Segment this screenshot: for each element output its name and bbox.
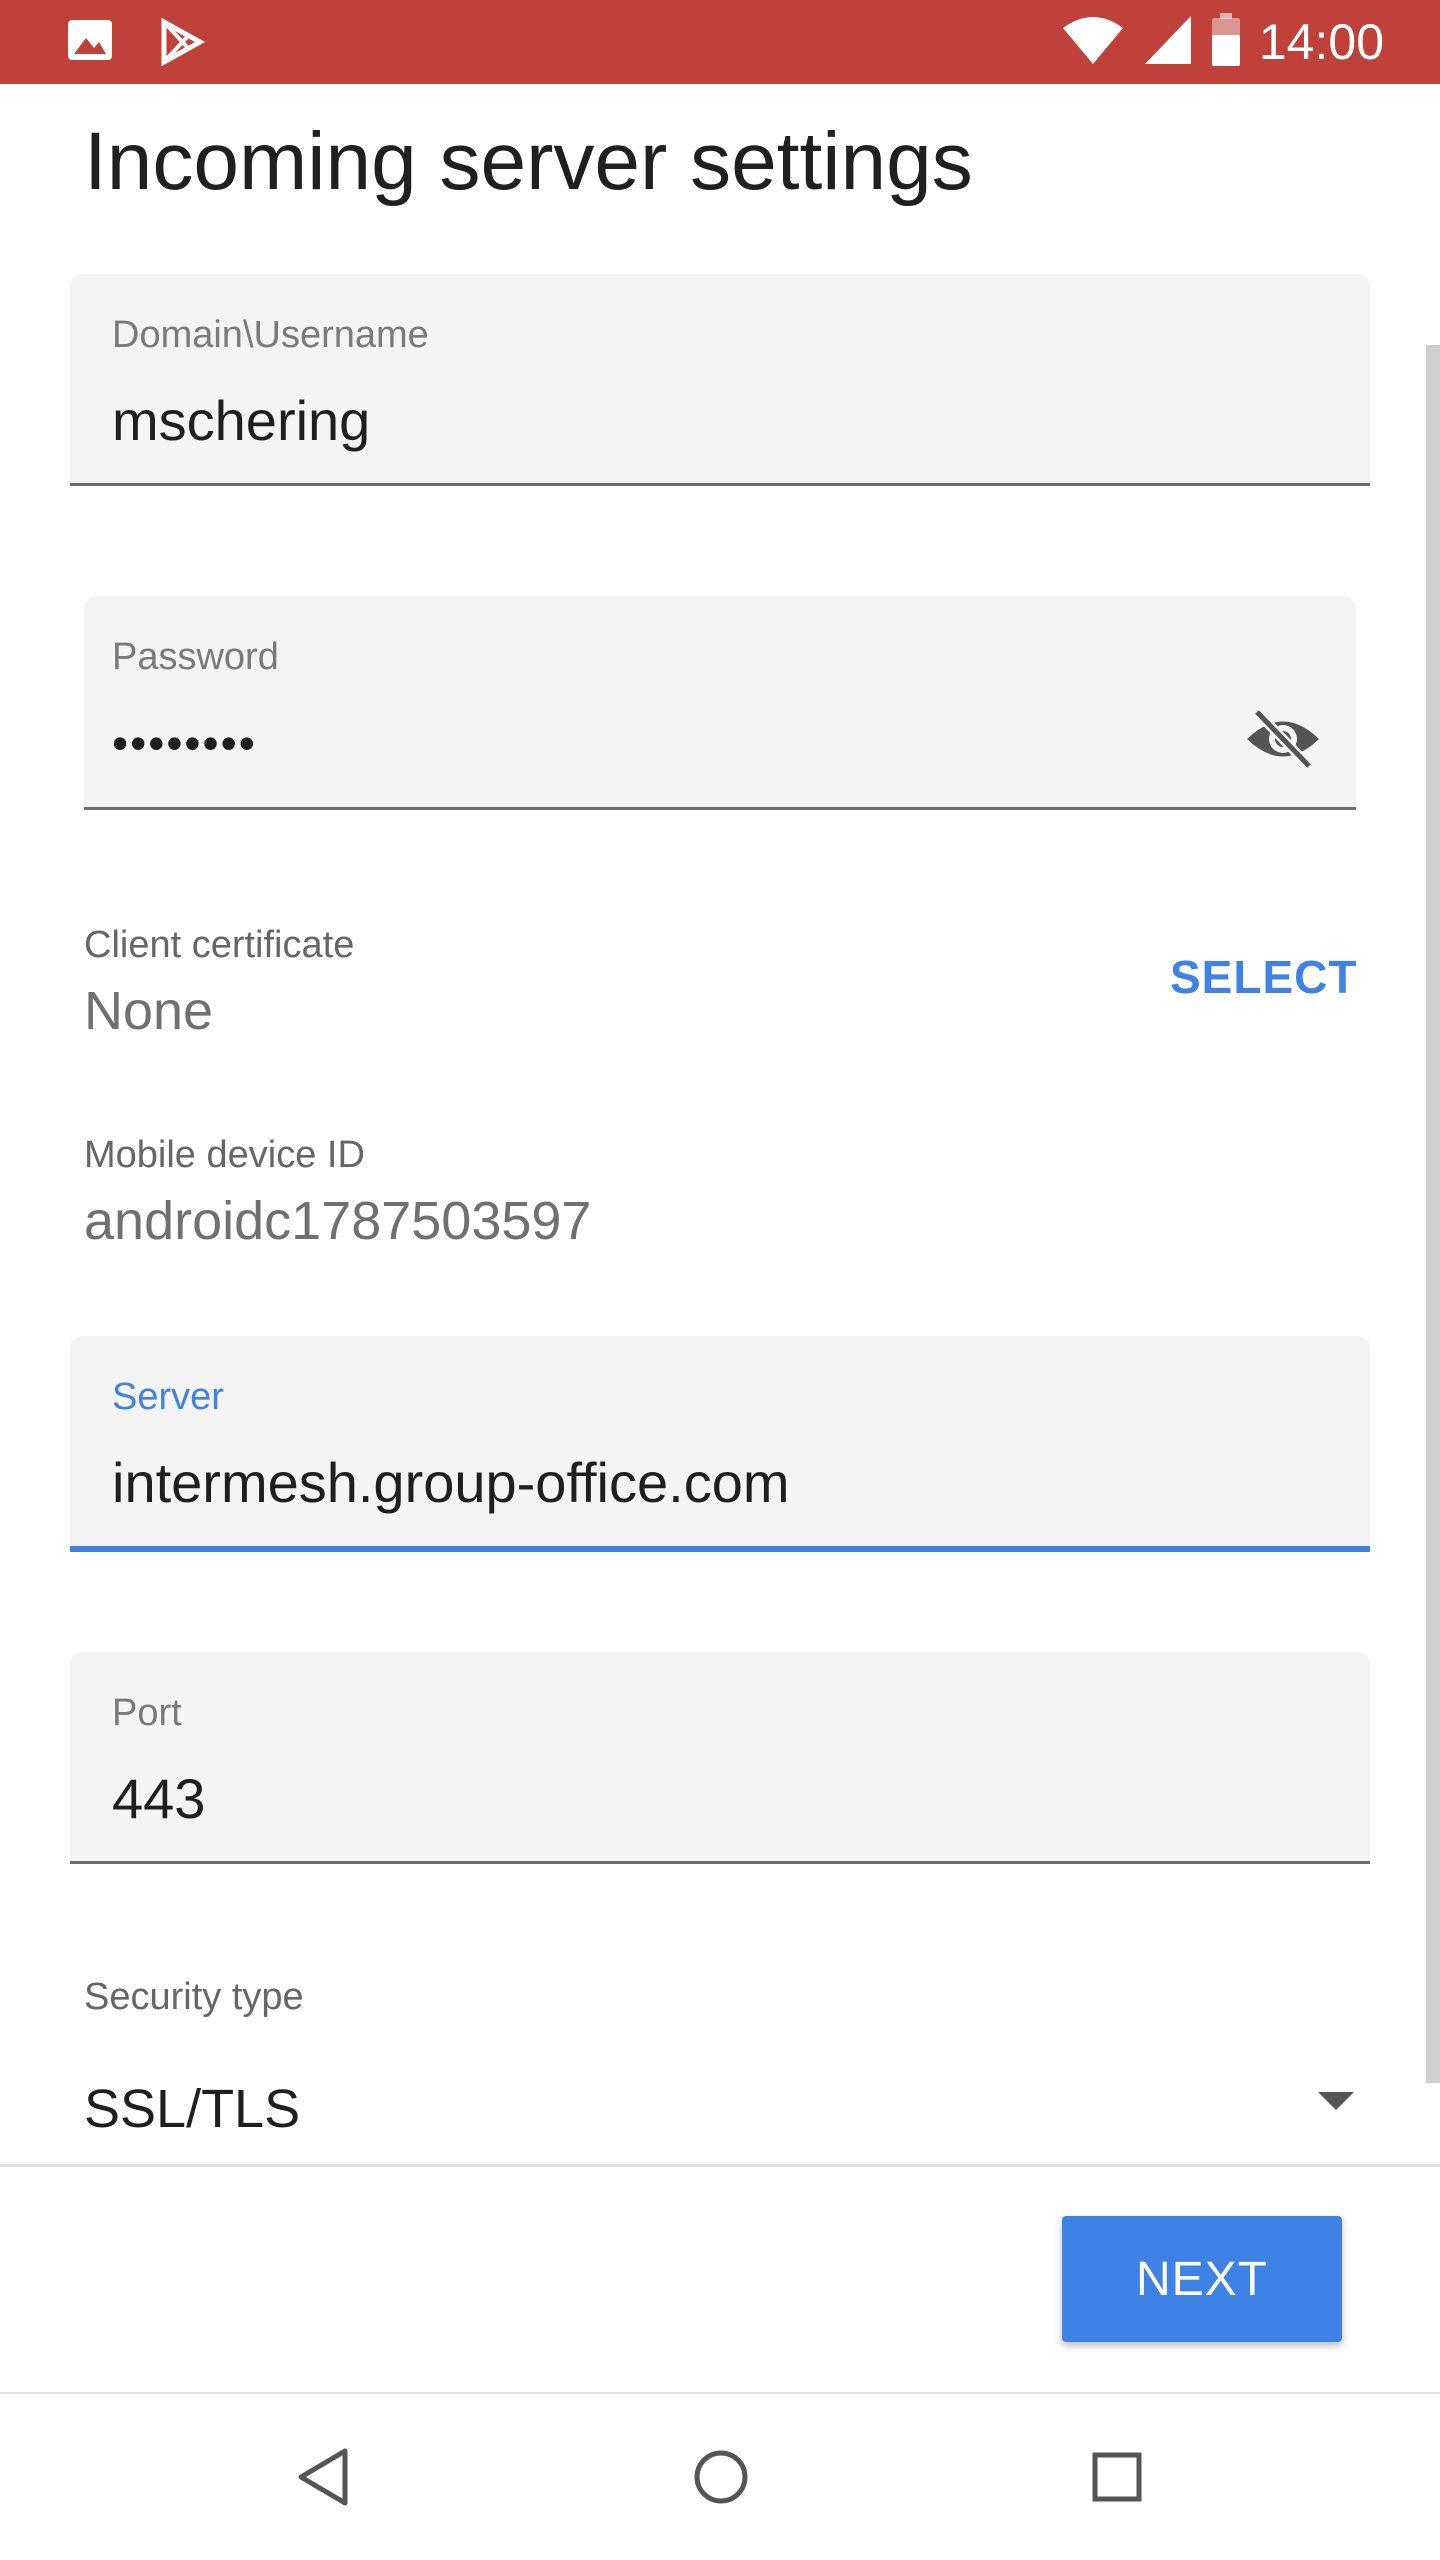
wifi-icon	[1061, 14, 1125, 71]
mobile-device-id-value: androidc1787503597	[84, 1191, 592, 1251]
username-label: Domain\Username	[112, 314, 429, 356]
image-icon	[66, 18, 114, 71]
navigation-bar	[0, 2394, 1440, 2560]
battery-icon	[1211, 12, 1241, 72]
play-store-icon	[158, 17, 206, 71]
recents-button[interactable]	[1082, 2444, 1152, 2514]
port-value: 443	[112, 1767, 206, 1830]
security-type-label: Security type	[84, 1976, 304, 2018]
page-title: Incoming server settings	[84, 116, 973, 207]
back-button[interactable]	[288, 2444, 358, 2514]
password-value: ••••••••	[112, 717, 257, 769]
eye-off-icon	[1243, 706, 1323, 777]
client-certificate-value: None	[84, 981, 214, 1041]
password-field[interactable]: Password ••••••••	[84, 596, 1356, 810]
signal-icon	[1143, 14, 1193, 71]
port-label: Port	[112, 1692, 182, 1734]
back-triangle-icon	[295, 2447, 351, 2512]
recents-square-icon	[1089, 2449, 1145, 2510]
security-type-value: SSL/TLS	[84, 2079, 301, 2139]
username-field[interactable]: Domain\Username mschering	[70, 274, 1370, 486]
next-button[interactable]: NEXT	[1062, 2216, 1342, 2342]
status-bar: 14:00	[0, 0, 1440, 84]
select-certificate-button[interactable]: SELECT	[1170, 950, 1357, 1004]
client-certificate-label: Client certificate	[84, 924, 355, 966]
mobile-device-id-label: Mobile device ID	[84, 1134, 365, 1176]
scrollbar[interactable]	[1426, 345, 1440, 2083]
username-value: mschering	[112, 389, 371, 452]
status-time: 14:00	[1258, 14, 1384, 70]
security-type-dropdown[interactable]: SSL/TLS	[84, 2064, 1354, 2154]
password-label: Password	[112, 636, 279, 678]
server-value: intermesh.group-office.com	[112, 1451, 790, 1514]
home-circle-icon	[691, 2447, 751, 2512]
dropdown-arrow-icon	[1318, 2092, 1354, 2110]
server-label: Server	[112, 1376, 224, 1418]
password-visibility-toggle[interactable]	[1238, 696, 1328, 786]
footer-divider	[0, 2164, 1440, 2167]
server-field[interactable]: Server intermesh.group-office.com	[70, 1336, 1370, 1552]
port-field[interactable]: Port 443	[70, 1652, 1370, 1864]
home-button[interactable]	[686, 2444, 756, 2514]
